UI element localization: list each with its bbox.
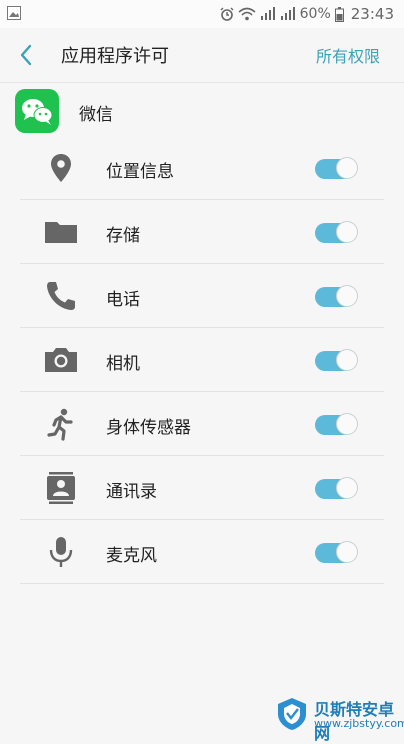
- permission-toggle[interactable]: [315, 285, 358, 307]
- location-pin-icon: [51, 154, 71, 182]
- permission-item-phone[interactable]: 电话: [0, 264, 404, 328]
- permission-item-camera[interactable]: 相机: [0, 328, 404, 392]
- battery-percent: 60%: [299, 6, 331, 22]
- running-person-icon: [47, 408, 73, 441]
- permission-item-contacts[interactable]: 通讯录: [0, 456, 404, 520]
- permission-toggle[interactable]: [315, 477, 358, 499]
- permission-label: 存储: [106, 226, 140, 246]
- back-button[interactable]: [14, 42, 40, 68]
- camera-icon: [45, 348, 77, 372]
- permission-label: 身体传感器: [106, 418, 191, 438]
- signal-2-icon: [280, 7, 295, 20]
- page-title: 应用程序许可: [61, 46, 169, 67]
- folder-icon: [45, 222, 77, 243]
- status-bar: 60% 23:43: [0, 0, 404, 28]
- wifi-icon: [238, 7, 256, 21]
- permission-label: 相机: [106, 354, 140, 374]
- permission-label: 位置信息: [106, 162, 174, 182]
- permission-toggle[interactable]: [315, 221, 358, 243]
- permission-item-storage[interactable]: 存储: [0, 200, 404, 264]
- permission-label: 麦克风: [106, 546, 157, 566]
- permission-label: 通讯录: [106, 482, 157, 502]
- phone-icon: [47, 282, 75, 310]
- watermark: 贝斯特安卓网 www.zjbstyy.com: [274, 694, 404, 743]
- permission-item-body-sensors[interactable]: 身体传感器: [0, 392, 404, 456]
- microphone-icon: [49, 537, 73, 567]
- permission-list: 位置信息 存储 电话 相机 身体传感器 通讯录 麦克风: [0, 136, 404, 584]
- app-row: 微信: [0, 82, 404, 138]
- watermark-url: www.zjbstyy.com: [314, 717, 404, 730]
- wechat-icon: [15, 89, 59, 133]
- gallery-icon: [7, 6, 21, 20]
- contacts-icon: [47, 472, 75, 504]
- permission-toggle[interactable]: [315, 413, 358, 435]
- signal-icon: [260, 7, 275, 20]
- all-permissions-button[interactable]: 所有权限: [316, 43, 380, 67]
- app-name: 微信: [79, 105, 113, 125]
- permission-toggle[interactable]: [315, 349, 358, 371]
- divider: [20, 583, 384, 584]
- chevron-left-icon: [20, 44, 32, 66]
- battery-icon: [334, 6, 344, 22]
- permission-item-location[interactable]: 位置信息: [0, 136, 404, 200]
- clock: 23:43: [350, 5, 394, 23]
- app-header: 应用程序许可 所有权限: [0, 28, 404, 83]
- permission-toggle[interactable]: [315, 541, 358, 563]
- alarm-icon: [220, 7, 234, 21]
- watermark-logo-icon: [278, 698, 306, 730]
- permission-label: 电话: [106, 290, 140, 310]
- permission-toggle[interactable]: [315, 157, 358, 179]
- permission-item-microphone[interactable]: 麦克风: [0, 520, 404, 584]
